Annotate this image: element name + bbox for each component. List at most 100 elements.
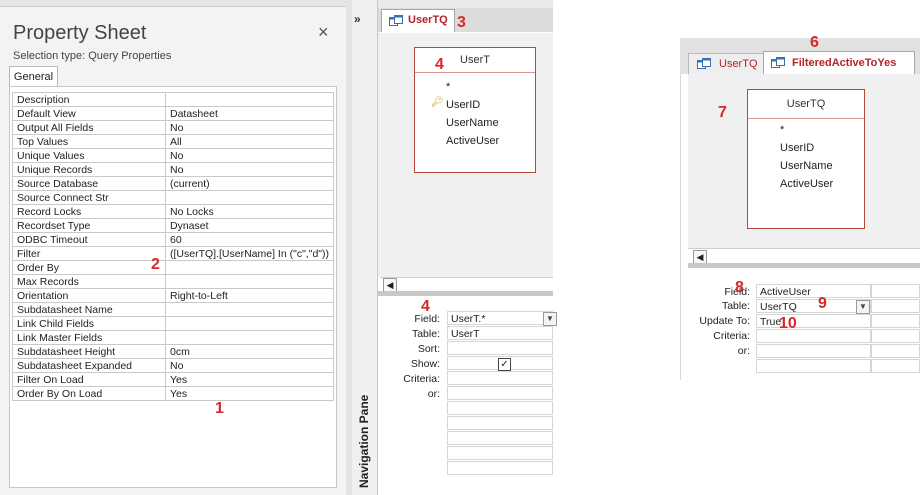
property-row[interactable]: Orientation Right-to-Left <box>12 288 335 303</box>
property-row[interactable]: Order By <box>12 260 335 275</box>
empty-cell[interactable] <box>447 401 553 415</box>
show-checkbox[interactable]: ✓ <box>498 358 511 371</box>
property-value[interactable]: No Locks <box>164 204 335 219</box>
empty-cell[interactable] <box>756 359 871 373</box>
horizontal-scrollbar[interactable]: ◀ <box>380 277 553 292</box>
property-value[interactable] <box>164 260 335 275</box>
field-username[interactable]: UserName <box>446 117 499 129</box>
field-cell[interactable]: UserT.* <box>447 311 553 325</box>
property-value[interactable]: (current) <box>164 176 335 191</box>
empty-cell[interactable] <box>871 284 920 298</box>
property-row[interactable]: Filter On Load Yes <box>12 372 335 387</box>
property-value[interactable]: Dynaset <box>164 218 335 233</box>
field-star[interactable]: * <box>446 81 450 93</box>
property-row[interactable]: Source Connect Str <box>12 190 335 205</box>
property-name: Max Records <box>12 274 166 289</box>
tab-general[interactable]: General <box>9 66 58 87</box>
property-value[interactable] <box>164 274 335 289</box>
horizontal-scrollbar[interactable]: ◀ <box>688 248 920 264</box>
property-value[interactable]: No <box>164 358 335 373</box>
property-value[interactable]: Datasheet <box>164 106 335 121</box>
table-box-usertq[interactable]: UserTQ * UserID UserName ActiveUser <box>747 89 865 229</box>
property-row[interactable]: Source Database (current) <box>12 176 335 191</box>
tab-usertq[interactable]: UserTQ <box>688 53 764 75</box>
table-cell[interactable]: UserT <box>447 326 553 340</box>
expand-nav-icon[interactable]: » <box>354 12 361 26</box>
property-row[interactable]: Description <box>12 92 335 107</box>
property-row[interactable]: Output All Fields No <box>12 120 335 135</box>
property-row[interactable]: Link Master Fields <box>12 330 335 345</box>
empty-cell[interactable] <box>447 416 553 430</box>
or-cell[interactable] <box>447 386 553 400</box>
property-value[interactable]: No <box>164 148 335 163</box>
property-value[interactable]: All <box>164 134 335 149</box>
grid-label-table: Table: <box>721 300 750 312</box>
chevron-down-icon[interactable]: ▼ <box>543 312 557 326</box>
property-row[interactable]: Order By On Load Yes <box>12 386 335 401</box>
close-icon[interactable]: × <box>318 22 329 43</box>
property-value[interactable]: Right-to-Left <box>164 288 335 303</box>
property-row[interactable]: Record Locks No Locks <box>12 204 335 219</box>
property-row[interactable]: Max Records <box>12 274 335 289</box>
criteria-cell[interactable] <box>447 371 553 385</box>
property-value[interactable]: 0cm <box>164 344 335 359</box>
property-row[interactable]: Default View Datasheet <box>12 106 335 121</box>
property-value[interactable] <box>164 190 335 205</box>
empty-cell[interactable] <box>871 299 920 313</box>
property-row[interactable]: Link Child Fields <box>12 316 335 331</box>
property-value[interactable] <box>164 330 335 345</box>
annotation-marker: 4 <box>435 56 444 73</box>
scroll-left-icon[interactable]: ◀ <box>693 250 707 264</box>
property-value[interactable]: No <box>164 162 335 177</box>
property-row[interactable]: Subdatasheet Expanded No <box>12 358 335 373</box>
scroll-left-icon[interactable]: ◀ <box>383 278 397 292</box>
navigation-pane-label[interactable]: Navigation Pane <box>355 395 375 490</box>
table-box-usert[interactable]: UserT * 🔑︎ UserID UserName ActiveUser <box>414 47 536 173</box>
field-userid[interactable]: UserID <box>446 99 480 111</box>
grid-label-criteria: Criteria: <box>403 373 440 385</box>
property-row[interactable]: ODBC Timeout 60 <box>12 232 335 247</box>
empty-cell[interactable] <box>871 329 920 343</box>
property-row[interactable]: Top Values All <box>12 134 335 149</box>
property-row[interactable]: Filter ([UserTQ].[UserName] In ("c","d")) <box>12 246 335 261</box>
property-value[interactable] <box>164 316 335 331</box>
property-row[interactable]: Subdatasheet Height 0cm <box>12 344 335 359</box>
field-activeuser[interactable]: ActiveUser <box>446 135 499 147</box>
empty-cell[interactable] <box>871 344 920 358</box>
property-value[interactable]: 60 <box>164 232 335 247</box>
property-value[interactable]: Yes <box>164 386 335 401</box>
empty-cell[interactable] <box>871 314 920 328</box>
field-star[interactable]: * <box>780 124 784 136</box>
tab-filteredactivetoyes[interactable]: FilteredActiveToYes <box>763 51 915 75</box>
chevron-down-icon[interactable]: ▼ <box>856 300 870 314</box>
property-value[interactable]: Yes <box>164 372 335 387</box>
empty-cell[interactable] <box>447 446 553 460</box>
field-userid[interactable]: UserID <box>780 142 814 154</box>
property-value[interactable]: No <box>164 120 335 135</box>
sort-cell[interactable] <box>447 341 553 355</box>
or-cell[interactable] <box>756 344 871 358</box>
annotation-marker: 2 <box>151 256 160 273</box>
property-row[interactable]: Recordset Type Dynaset <box>12 218 335 233</box>
empty-cell[interactable] <box>447 461 553 475</box>
property-row[interactable]: Unique Records No <box>12 162 335 177</box>
property-value[interactable] <box>164 302 335 317</box>
tab-filteredactivetoyes-label: FilteredActiveToYes <box>792 57 897 69</box>
property-value[interactable]: ([UserTQ].[UserName] In ("c","d")) <box>164 246 335 261</box>
property-name: Source Connect Str <box>12 190 166 205</box>
tab-usertq[interactable]: UserTQ <box>381 9 455 32</box>
property-row[interactable]: Unique Values No <box>12 148 335 163</box>
update-to-cell[interactable]: True <box>756 314 871 328</box>
field-username[interactable]: UserName <box>780 160 833 172</box>
empty-cell[interactable] <box>871 359 920 373</box>
field-cell[interactable]: ActiveUser <box>756 284 871 298</box>
criteria-cell[interactable] <box>756 329 871 343</box>
table-cell[interactable]: UserTQ <box>756 299 871 313</box>
property-value[interactable] <box>164 92 335 107</box>
grid-label-criteria: Criteria: <box>713 330 750 342</box>
field-activeuser[interactable]: ActiveUser <box>780 178 833 190</box>
property-name: Order By <box>12 260 166 275</box>
property-name: Subdatasheet Expanded <box>12 358 166 373</box>
empty-cell[interactable] <box>447 431 553 445</box>
property-row[interactable]: Subdatasheet Name <box>12 302 335 317</box>
